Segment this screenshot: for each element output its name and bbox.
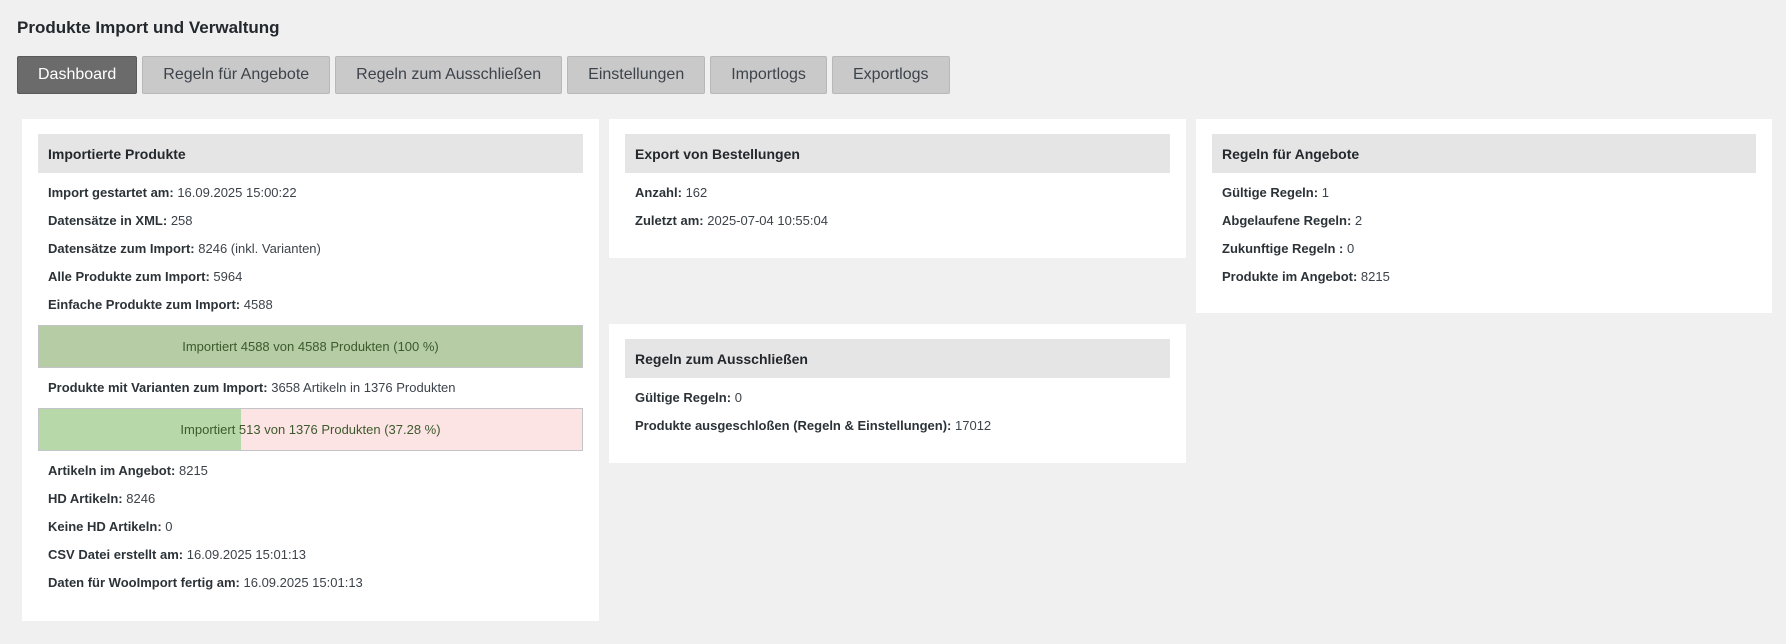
imported-products-card: Importierte Produkte Import gestartet am… <box>22 119 599 621</box>
tab-dashboard[interactable]: Dashboard <box>17 56 138 94</box>
info-row: Import gestartet am: 16.09.2025 15:00:22 <box>48 185 297 200</box>
card-title: Regeln zum Ausschließen <box>625 339 1170 378</box>
info-row: Alle Produkte zum Import: 5964 <box>48 269 243 284</box>
page-title: Produkte Import und Verwaltung <box>17 18 280 37</box>
card-title: Regeln für Angebote <box>1212 134 1756 173</box>
offer-rules-card: Regeln für Angebote Gültige Regeln: 1 Ab… <box>1196 119 1772 313</box>
info-row: Datensätze zum Import: 8246 (inkl. Varia… <box>48 241 321 256</box>
tab-offer-rules[interactable]: Regeln für Angebote <box>142 56 331 94</box>
info-row: Datensätze in XML: 258 <box>48 213 193 228</box>
info-row: Gültige Regeln: 0 <box>635 390 742 405</box>
info-row: CSV Datei erstellt am: 16.09.2025 15:01:… <box>48 547 307 562</box>
info-row: Anzahl: 162 <box>635 185 708 200</box>
tab-settings[interactable]: Einstellungen <box>567 56 706 94</box>
info-row: Zuletzt am: 2025-07-04 10:55:04 <box>635 213 828 228</box>
tab-import-logs[interactable]: Importlogs <box>710 56 827 94</box>
exclude-rules-card: Regeln zum Ausschließen Gültige Regeln: … <box>609 324 1186 463</box>
info-row: Zukunftige Regeln : 0 <box>1222 241 1355 256</box>
info-row: Daten für WooImport fertig am: 16.09.202… <box>48 575 363 590</box>
info-row: Artikeln im Angebot: 8215 <box>48 463 208 478</box>
tab-bar: Dashboard Regeln für Angebote Regeln zum… <box>17 56 950 94</box>
progress-label: Importiert 4588 von 4588 Produkten (100 … <box>182 339 439 354</box>
info-row: HD Artikeln: 8246 <box>48 491 156 506</box>
progress-label: Importiert 513 von 1376 Produkten (37.28… <box>180 422 441 437</box>
info-row: Keine HD Artikeln: 0 <box>48 519 173 534</box>
info-row: Produkte ausgeschloßen (Regeln & Einstel… <box>635 418 992 433</box>
export-orders-card: Export von Bestellungen Anzahl: 162 Zule… <box>609 119 1186 258</box>
card-title: Export von Bestellungen <box>625 134 1170 173</box>
info-row: Produkte mit Varianten zum Import: 3658 … <box>48 380 456 395</box>
card-title: Importierte Produkte <box>38 134 583 173</box>
tab-export-logs[interactable]: Exportlogs <box>831 56 950 94</box>
info-row: Einfache Produkte zum Import: 4588 <box>48 297 273 312</box>
tab-exclude-rules[interactable]: Regeln zum Ausschließen <box>335 56 563 94</box>
info-row: Abgelaufene Regeln: 2 <box>1222 213 1363 228</box>
info-row: Gültige Regeln: 1 <box>1222 185 1329 200</box>
simple-products-progress-bar: Importiert 4588 von 4588 Produkten (100 … <box>38 325 583 368</box>
info-row: Produkte im Angebot: 8215 <box>1222 269 1390 284</box>
variant-products-progress-bar: Importiert 513 von 1376 Produkten (37.28… <box>38 408 583 451</box>
